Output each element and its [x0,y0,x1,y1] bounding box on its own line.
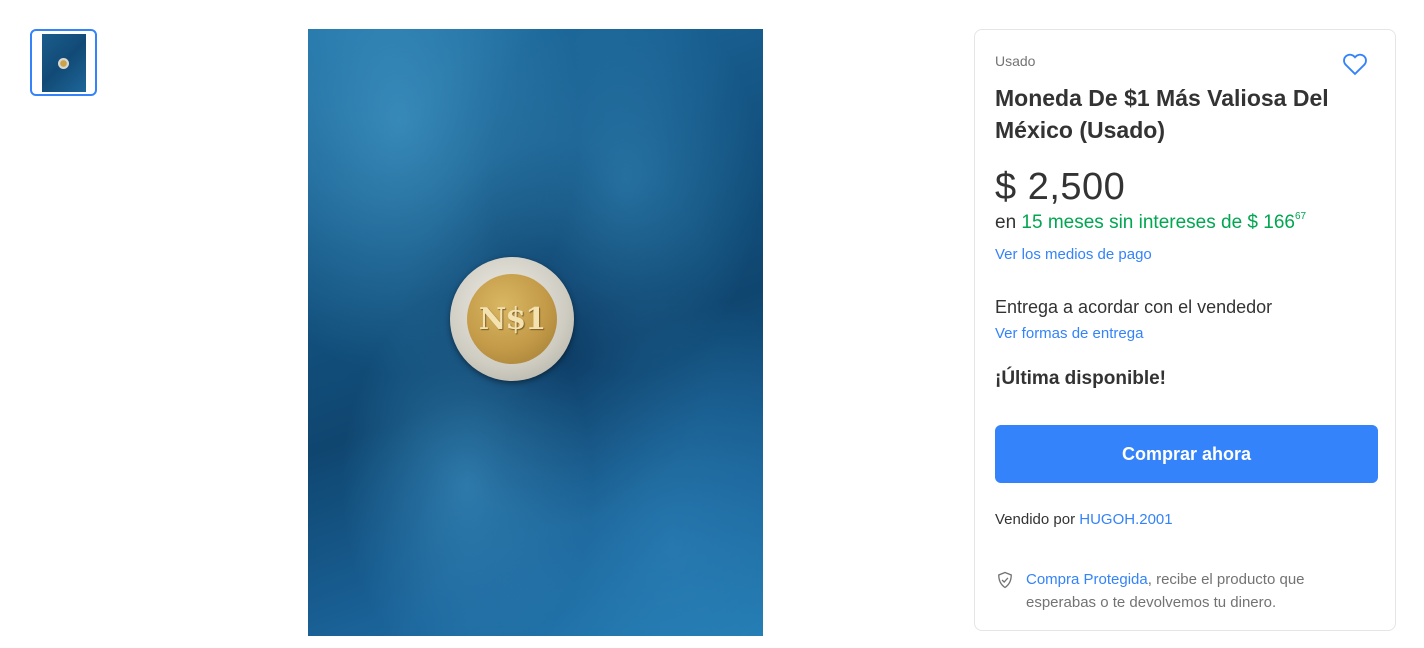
seller-prefix: Vendido por [995,511,1076,528]
item-condition: Usado [995,53,1036,69]
product-page: N$1 Usado Moneda De $1 Más Valiosa Del M… [0,0,1424,648]
thumbnail-coin [57,57,69,69]
seller-info: Vendido por HUGOH.2001 [995,511,1173,528]
seller-name-link[interactable]: HUGOH.2001 [1079,511,1172,528]
delivery-options-link[interactable]: Ver formas de entrega [995,325,1143,342]
stock-status: ¡Última disponible! [995,368,1166,389]
main-product-image[interactable]: N$1 [308,29,763,636]
buy-box: Usado Moneda De $1 Más Valiosa Del Méxic… [974,29,1396,631]
heart-icon[interactable] [1341,50,1369,78]
installments-prefix: en [995,212,1017,233]
coin-image: N$1 [450,257,574,381]
protection-text: Compra Protegida, recibe el producto que… [1026,568,1366,614]
product-title: Moneda De $1 Más Valiosa Del México (Usa… [995,85,1329,143]
gallery-thumbnail[interactable] [30,29,97,96]
installments-cents: 67 [1294,210,1307,222]
coin-text: N$1 [478,301,546,337]
coin-center: N$1 [467,274,557,364]
shield-check-icon [998,571,1012,589]
product-price: $ 2,500 [995,166,1126,208]
buy-now-button[interactable]: Comprar ahora [995,425,1378,483]
installments-info: en 15 meses sin intereses de $ 16667 [995,210,1307,234]
payment-methods-link[interactable]: Ver los medios de pago [995,246,1152,263]
delivery-info: Entrega a acordar con el vendedor [995,297,1273,317]
installments-text: 15 meses sin intereses de $ 166 [1021,212,1295,233]
protected-purchase-link[interactable]: Compra Protegida [1026,571,1148,588]
thumbnail-image [41,33,86,92]
